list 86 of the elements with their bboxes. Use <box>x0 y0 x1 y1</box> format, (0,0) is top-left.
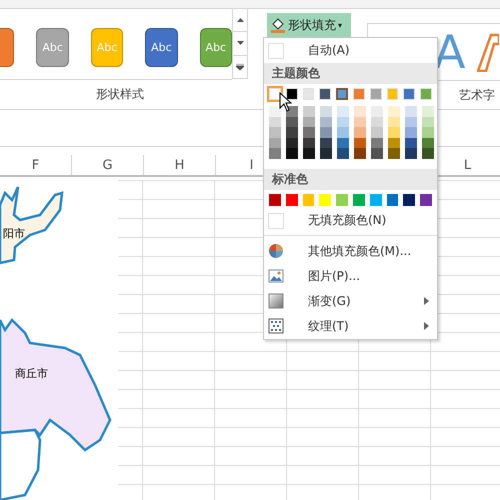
texture-icon <box>268 318 284 334</box>
menu-item[interactable]: 自动(A) <box>264 38 437 63</box>
column-header[interactable]: H <box>144 155 216 175</box>
shade-swatch[interactable] <box>320 138 332 148</box>
shade-swatch[interactable] <box>371 106 383 116</box>
color-swatch[interactable] <box>403 194 416 206</box>
shade-swatch[interactable] <box>320 106 332 116</box>
shade-swatch[interactable] <box>388 106 400 116</box>
map-label: 阳市 <box>3 226 25 241</box>
mouse-pointer-icon <box>279 92 292 112</box>
shade-swatch[interactable] <box>337 148 349 158</box>
image-icon <box>268 268 284 284</box>
shade-swatch[interactable] <box>422 116 434 127</box>
shade-swatch[interactable] <box>354 148 366 158</box>
shade-swatch[interactable] <box>269 116 281 127</box>
column-header[interactable]: G <box>72 155 144 175</box>
color-swatch[interactable] <box>269 194 281 206</box>
shade-swatch[interactable] <box>269 148 281 158</box>
shade-swatch[interactable] <box>405 116 417 127</box>
shade-swatch[interactable] <box>388 116 400 127</box>
shade-swatch[interactable] <box>405 138 417 148</box>
menu-item[interactable]: 无填充颜色(N) <box>264 210 437 232</box>
shade-swatch[interactable] <box>320 127 332 138</box>
shade-swatch[interactable] <box>388 138 400 148</box>
shade-swatch[interactable] <box>354 127 366 138</box>
color-wheel-icon <box>268 243 284 259</box>
shape-style-swatch[interactable]: Abc <box>145 28 178 66</box>
shade-swatch[interactable] <box>371 138 383 148</box>
color-swatch[interactable] <box>420 194 432 206</box>
group-label: 艺术字 <box>459 86 495 104</box>
shade-swatch[interactable] <box>320 148 332 158</box>
shade-swatch[interactable] <box>371 116 383 127</box>
empty-swatch-icon <box>268 212 284 228</box>
color-swatch[interactable] <box>370 194 382 206</box>
shade-swatch[interactable] <box>422 106 434 116</box>
shade-swatch[interactable] <box>371 127 383 138</box>
shade-swatch[interactable] <box>286 148 298 158</box>
menu-item[interactable]: 其他填充颜色(M)... <box>264 238 437 264</box>
shade-swatch[interactable] <box>269 127 281 138</box>
shade-swatch[interactable] <box>337 138 349 148</box>
shade-swatch[interactable] <box>354 106 366 116</box>
paint-bucket-icon <box>270 17 286 33</box>
shade-swatch[interactable] <box>405 127 417 138</box>
shade-swatch[interactable] <box>405 106 417 116</box>
menu-item[interactable]: 纹理(T) <box>264 314 437 338</box>
color-swatch[interactable] <box>336 88 348 100</box>
section-header: 标准色 <box>264 168 437 190</box>
menu-item[interactable]: 图片(P)... <box>264 264 437 288</box>
color-swatch[interactable] <box>352 194 365 206</box>
shade-swatch[interactable] <box>337 106 349 116</box>
color-swatch[interactable] <box>302 194 314 206</box>
shade-swatch[interactable] <box>422 127 434 138</box>
shade-swatch[interactable] <box>303 116 315 127</box>
shade-swatch[interactable] <box>337 116 349 127</box>
shade-swatch[interactable] <box>286 116 298 127</box>
shade-swatch[interactable] <box>303 127 315 138</box>
group-label: 形状样式 <box>95 86 145 103</box>
color-swatch[interactable] <box>286 194 298 206</box>
shade-swatch[interactable] <box>303 106 315 116</box>
color-swatch[interactable] <box>386 194 398 206</box>
map-label: 商丘市 <box>15 366 48 381</box>
wordart-preview[interactable] <box>477 32 500 72</box>
shade-swatch[interactable] <box>422 138 434 148</box>
shade-swatch[interactable] <box>422 148 434 158</box>
gradient-icon <box>268 293 284 309</box>
section-header: 主题颜色 <box>264 63 437 84</box>
shade-swatch[interactable] <box>388 148 400 158</box>
shape-fill-button[interactable]: 形状填充 ▾ <box>267 13 351 37</box>
color-swatch[interactable] <box>319 194 332 206</box>
shade-swatch[interactable] <box>371 148 383 158</box>
shade-swatch[interactable] <box>337 127 349 138</box>
shade-swatch[interactable] <box>388 127 400 138</box>
empty-swatch-icon <box>268 42 284 58</box>
shade-swatch[interactable] <box>286 127 298 138</box>
shade-swatch[interactable] <box>286 138 298 148</box>
menu-item[interactable]: 渐变(G) <box>264 288 437 314</box>
shade-swatch[interactable] <box>269 106 281 116</box>
shade-swatch[interactable] <box>354 116 366 127</box>
shade-swatch[interactable] <box>320 116 332 127</box>
shade-swatch[interactable] <box>303 138 315 148</box>
shade-swatch[interactable] <box>303 148 315 158</box>
shade-swatch[interactable] <box>269 138 281 148</box>
color-swatch[interactable] <box>336 194 348 206</box>
shade-swatch[interactable] <box>405 148 417 158</box>
column-header[interactable]: F <box>0 155 72 175</box>
shade-swatch[interactable] <box>354 138 366 148</box>
